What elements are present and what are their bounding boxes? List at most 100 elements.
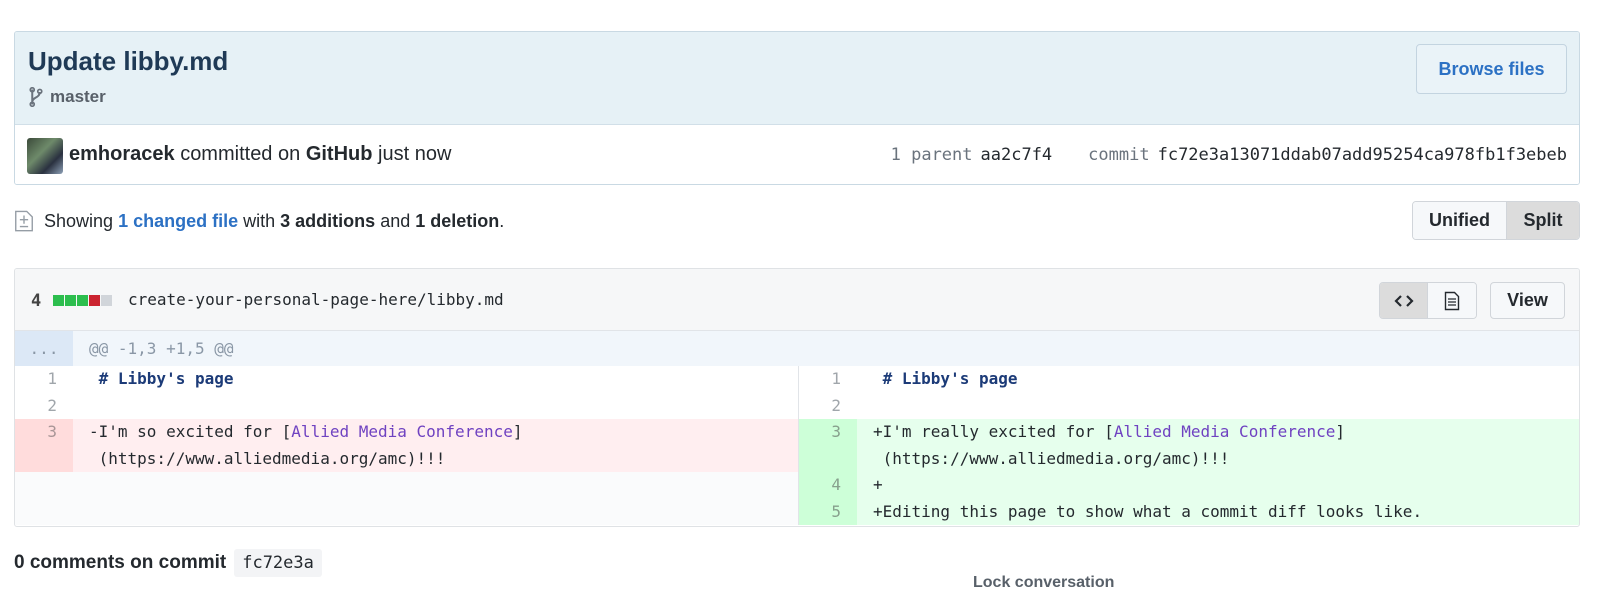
code-text-wrapped: (https://www.alliedmedia.org/amc)!!! (89, 448, 446, 468)
with-text: with (243, 210, 276, 231)
document-icon (1444, 291, 1460, 310)
file-header: 4 create-your-personal-page-here/libby.m… (15, 269, 1579, 331)
hunk-header: ... @@ -1,3 +1,5 @@ (15, 331, 1579, 366)
diff-row: 1 # Libby's page 1 # Libby's page (15, 366, 1579, 393)
code-text: +I'm really excited for [ (873, 422, 1114, 441)
right-side-addition: 3 +I'm really excited for [Allied Media … (798, 419, 1579, 472)
file-diff-icon (15, 210, 33, 232)
left-side: 2 (15, 393, 798, 420)
line-number[interactable]: 5 (799, 498, 857, 525)
link-text: Allied Media Conference (291, 422, 513, 441)
additions-count: 3 additions (280, 210, 376, 231)
diff-summary: Showing 1 changed file with 3 additions … (14, 208, 504, 234)
left-side-empty (15, 472, 798, 499)
author-line: emhoracek committed on GitHub just now (69, 143, 451, 166)
diff-row: 5 +Editing this page to show what a comm… (15, 498, 1579, 525)
deleted-line: -I'm so excited for [Allied Media Confer… (73, 419, 798, 472)
left-side-deletion: 3 -I'm so excited for [Allied Media Conf… (15, 419, 798, 472)
added-line: +Editing this page to show what a commit… (857, 498, 1579, 525)
commit-sha-chip: fc72e3a (234, 549, 322, 577)
diffstat-block (77, 295, 88, 306)
avatar[interactable] (27, 138, 63, 174)
branch-name: master (50, 87, 106, 106)
diffstat-block (89, 295, 100, 306)
added-line: + (857, 472, 1579, 499)
diff-row-changed: 3 -I'm so excited for [Allied Media Conf… (15, 419, 1579, 472)
view-file-button[interactable]: View (1490, 282, 1565, 319)
link-text: Allied Media Conference (1113, 422, 1336, 441)
line-number[interactable]: 2 (15, 393, 73, 420)
empty-line-number (15, 498, 73, 525)
code-text: -I'm so excited for [ (89, 422, 292, 441)
right-side-addition: 5 +Editing this page to show what a comm… (798, 498, 1579, 525)
rich-diff-button[interactable] (1428, 283, 1476, 318)
author-name[interactable]: emhoracek (69, 143, 175, 165)
code-text: # Libby's page (873, 369, 1018, 388)
comments-title: 0 comments on commit (14, 552, 227, 573)
line-number[interactable]: 2 (799, 393, 857, 420)
code-text-wrapped: (https://www.alliedmedia.org/amc)!!! (873, 448, 1230, 468)
branch-label[interactable]: master (28, 87, 106, 107)
parent-sha-link[interactable]: aa2c7f4 (981, 145, 1053, 165)
browse-files-button[interactable]: Browse files (1416, 44, 1567, 94)
commit-label: commit (1088, 145, 1150, 165)
code-text: # Libby's page (89, 369, 234, 388)
changed-files-link[interactable]: 1 changed file (118, 211, 238, 232)
diffstat-block (65, 295, 76, 306)
committed-on-text: committed on (180, 143, 301, 165)
empty-line (73, 472, 798, 499)
commit-meta: emhoracek committed on GitHub just now 1… (15, 125, 1579, 184)
code-icon (1393, 294, 1414, 307)
diff-view-toggle: Unified Split (1412, 201, 1580, 240)
showing-text: Showing (44, 210, 114, 231)
commit-header: Update libby.md master Browse files emho… (14, 31, 1580, 185)
hunk-header-text: @@ -1,3 +1,5 @@ (89, 339, 234, 358)
diff-table: ... @@ -1,3 +1,5 @@ 1 # Libby's page 1 #… (15, 331, 1579, 525)
commit-sha: fc72e3a13071ddab07add95254ca978fb1f3ebeb (1157, 145, 1567, 165)
diff-row: 4 + (15, 472, 1579, 499)
split-button[interactable]: Split (1507, 202, 1579, 239)
file-path[interactable]: create-your-personal-page-here/libby.md (128, 290, 504, 309)
commit-title: Update libby.md (28, 46, 229, 76)
right-side-addition: 4 + (798, 472, 1579, 499)
code-line: # Libby's page (73, 366, 798, 393)
added-line: +I'm really excited for [Allied Media Co… (857, 419, 1579, 472)
expand-hunk-button[interactable]: ... (15, 331, 73, 366)
display-toggle (1379, 282, 1477, 319)
lock-conversation-link[interactable]: Lock conversation (973, 574, 1114, 591)
left-side: 1 # Libby's page (15, 366, 798, 393)
change-count: 4 (31, 291, 42, 311)
comments-heading: 0 comments on commit fc72e3a (14, 549, 322, 577)
line-number[interactable]: 4 (799, 472, 857, 499)
unified-button[interactable]: Unified (1413, 202, 1507, 239)
empty-line-number (15, 472, 73, 499)
diffstat-block (53, 295, 64, 306)
code-text: ] (1335, 422, 1346, 441)
line-number[interactable]: 1 (799, 366, 857, 393)
deletions-count: 1 deletion (415, 210, 500, 231)
line-number[interactable]: 1 (15, 366, 73, 393)
parent-label: 1 parent (890, 145, 973, 165)
line-number[interactable]: 3 (799, 419, 857, 472)
line-number[interactable]: 3 (15, 419, 73, 472)
period-text: . (499, 210, 505, 231)
commit-title-bar: Update libby.md master Browse files (15, 32, 1579, 125)
file-diff: 4 create-your-personal-page-here/libby.m… (14, 268, 1580, 527)
diffstat-block (101, 295, 112, 306)
code-line: # Libby's page (857, 366, 1579, 393)
code-text: ] (512, 422, 523, 441)
and-text: and (380, 210, 411, 231)
diff-row: 2 2 (15, 392, 1579, 420)
source-diff-button[interactable] (1380, 283, 1428, 318)
empty-line (73, 498, 798, 525)
diffstat-bar (53, 295, 112, 306)
right-side: 2 (798, 392, 1579, 420)
left-side-empty (15, 498, 798, 525)
platform-name: GitHub (305, 143, 373, 165)
right-side: 1 # Libby's page (798, 366, 1579, 393)
commit-time: just now (378, 143, 452, 165)
branch-icon (29, 87, 43, 107)
sha-info: 1 parent aa2c7f4 commit fc72e3a13071ddab… (891, 145, 1567, 165)
